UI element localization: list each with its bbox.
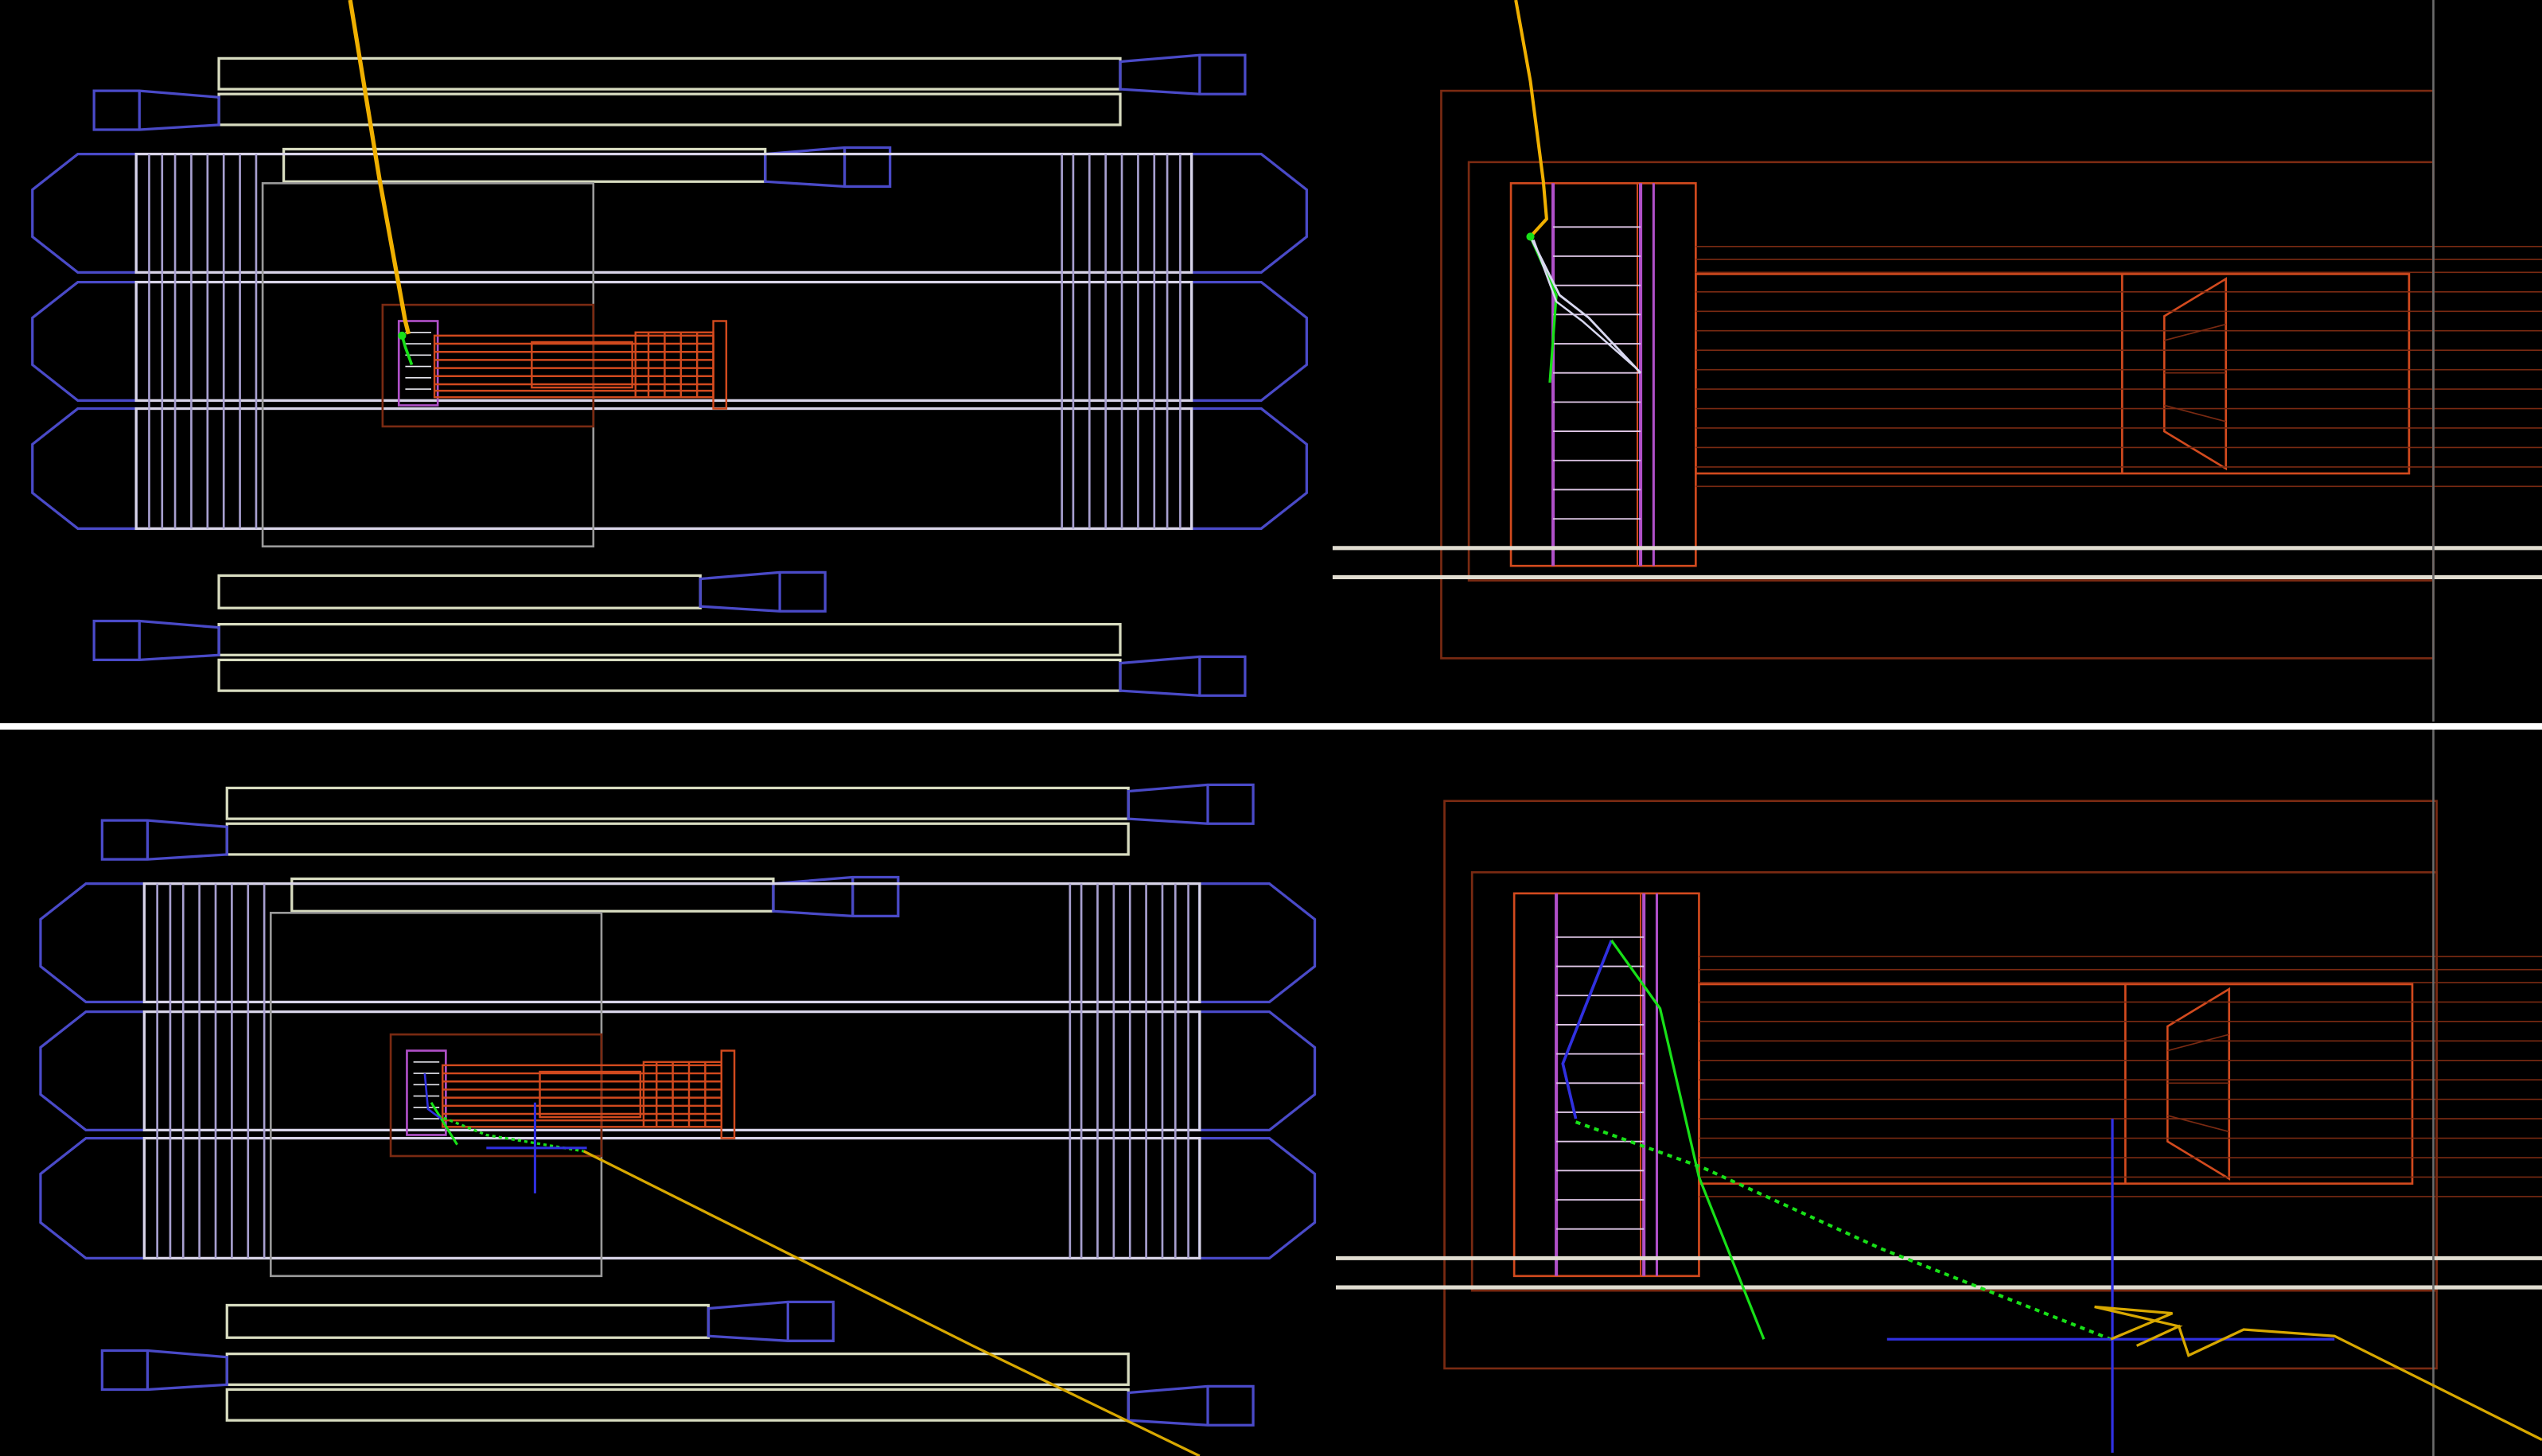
vertex-marker xyxy=(1526,232,1535,241)
event-display-canvas[interactable] xyxy=(0,0,2542,1456)
view-divider xyxy=(0,722,2542,730)
vertex-marker xyxy=(398,331,407,340)
